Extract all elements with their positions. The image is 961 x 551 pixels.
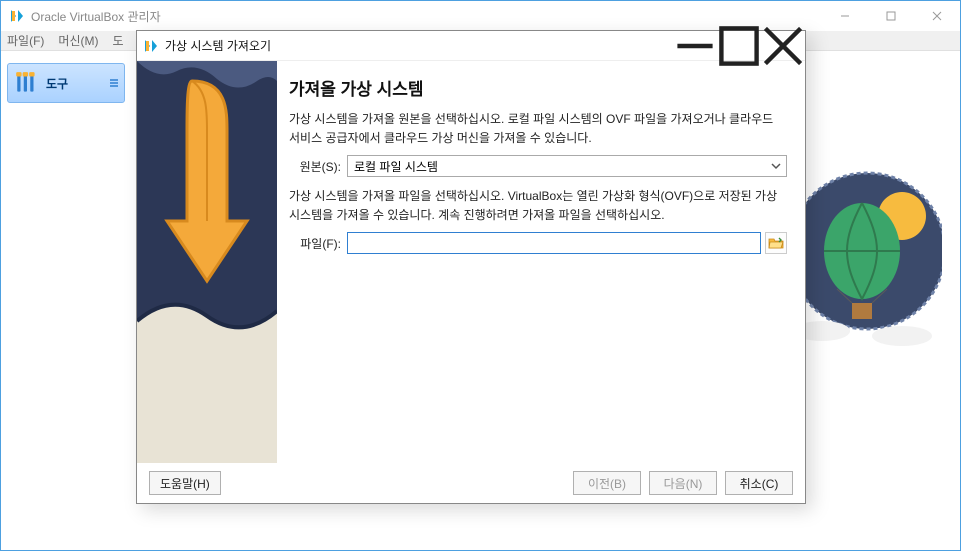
main-window: Oracle VirtualBox 관리자 파일(F) 머신(M) 도 도구 xyxy=(0,0,961,551)
dialog-minimize-button[interactable] xyxy=(673,31,717,61)
main-window-title: Oracle VirtualBox 관리자 xyxy=(31,8,161,25)
help-button[interactable]: 도움말(H) xyxy=(149,471,221,495)
browse-file-button[interactable] xyxy=(765,232,787,254)
main-titlebar: Oracle VirtualBox 관리자 xyxy=(1,1,960,31)
dialog-heading: 가져올 가상 시스템 xyxy=(289,75,787,100)
dialog-body: 가져올 가상 시스템 가상 시스템을 가져올 원본을 선택하십시오. 로컬 파일… xyxy=(137,61,805,463)
folder-open-icon xyxy=(768,235,784,251)
sidebar: 도구 xyxy=(1,51,131,550)
dialog-close-button[interactable] xyxy=(761,31,805,61)
menu-machine[interactable]: 머신(M) xyxy=(58,32,98,49)
dialog-side-illustration xyxy=(137,61,277,463)
dialog-main: 가져올 가상 시스템 가상 시스템을 가져올 원본을 선택하십시오. 로컬 파일… xyxy=(277,61,805,463)
dialog-maximize-button[interactable] xyxy=(717,31,761,61)
file-label: 파일(F): xyxy=(289,235,341,252)
menu-indicator-icon xyxy=(108,77,120,89)
main-maximize-button[interactable] xyxy=(868,1,914,31)
source-select[interactable]: 로컬 파일 시스템 xyxy=(347,155,787,177)
menu-file[interactable]: 파일(F) xyxy=(7,32,44,49)
dialog-title: 가상 시스템 가져오기 xyxy=(165,37,271,54)
tools-button[interactable]: 도구 xyxy=(7,63,125,103)
dialog-titlebar: 가상 시스템 가져오기 xyxy=(137,31,805,61)
menu-help-truncated[interactable]: 도 xyxy=(112,32,123,49)
file-input[interactable] xyxy=(347,232,761,254)
dialog-footer: 도움말(H) 이전(B) 다음(N) 취소(C) xyxy=(137,463,805,503)
tools-icon xyxy=(14,70,40,96)
main-minimize-button[interactable] xyxy=(822,1,868,31)
source-label: 원본(S): xyxy=(289,158,341,175)
dialog-paragraph-1: 가상 시스템을 가져올 원본을 선택하십시오. 로컬 파일 시스템의 OVF 파… xyxy=(289,110,787,147)
source-select-value: 로컬 파일 시스템 xyxy=(354,158,438,175)
tools-button-label: 도구 xyxy=(46,75,68,92)
next-button[interactable]: 다음(N) xyxy=(649,471,717,495)
import-appliance-dialog: 가상 시스템 가져오기 가져올 가상 시스템 가상 시스템을 가져올 원본을 선… xyxy=(136,30,806,504)
main-close-button[interactable] xyxy=(914,1,960,31)
chevron-down-icon xyxy=(770,160,782,172)
dialog-paragraph-2: 가상 시스템을 가져올 파일을 선택하십시오. VirtualBox는 열린 가… xyxy=(289,187,787,224)
virtualbox-logo-icon xyxy=(9,8,25,24)
cancel-button[interactable]: 취소(C) xyxy=(725,471,793,495)
back-button[interactable]: 이전(B) xyxy=(573,471,641,495)
virtualbox-logo-icon xyxy=(143,38,159,54)
welcome-illustration xyxy=(782,121,942,381)
